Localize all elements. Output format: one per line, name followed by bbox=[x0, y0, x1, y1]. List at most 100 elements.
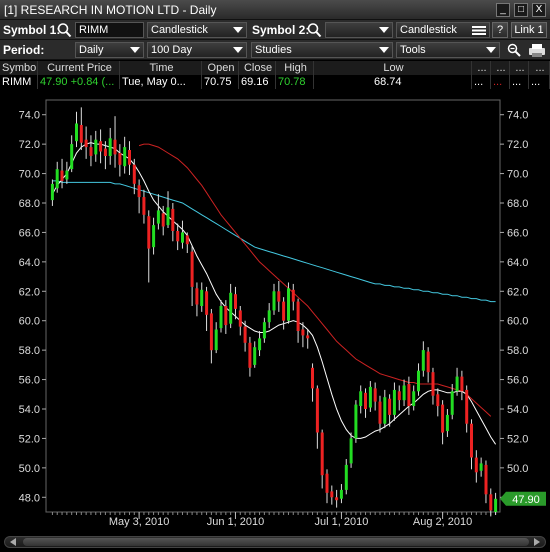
candle-up bbox=[392, 389, 396, 415]
candle-up bbox=[262, 322, 266, 339]
candle-up bbox=[70, 144, 74, 170]
window-title: [1] RESEARCH IN MOTION LTD - Daily bbox=[4, 2, 217, 17]
scroll-right-icon[interactable] bbox=[534, 538, 540, 546]
candle-down bbox=[364, 392, 367, 409]
candle-down bbox=[238, 310, 242, 327]
candle-down bbox=[301, 329, 305, 336]
last-price-label: 47.90 bbox=[512, 494, 540, 506]
candle-up bbox=[383, 397, 387, 424]
y-tick-label-right: 74.0 bbox=[507, 110, 528, 122]
tools-select[interactable]: Tools bbox=[396, 42, 500, 58]
symbol1-input[interactable]: RIMM bbox=[75, 22, 144, 38]
studies-select[interactable]: Studies bbox=[251, 42, 393, 58]
studies-value: Studies bbox=[255, 44, 292, 56]
zoom-icon[interactable] bbox=[506, 42, 522, 58]
maximize-button[interactable]: □ bbox=[514, 2, 528, 17]
candle-down bbox=[132, 164, 136, 184]
search-icon[interactable] bbox=[56, 22, 72, 38]
y-tick-label-left: 50.0 bbox=[19, 463, 40, 475]
quote-extra: ... bbox=[510, 75, 529, 89]
candle-down bbox=[209, 313, 213, 351]
candle-down bbox=[489, 494, 493, 511]
x-tick-label: Aug 2, 2010 bbox=[413, 516, 472, 528]
candle-down bbox=[407, 384, 411, 407]
candle-down bbox=[460, 376, 464, 392]
price-chart[interactable]: 74.0 72.0 70.0 68.0 66.0 64.0 62.0 60.0 58.0 56.0… bbox=[0, 92, 550, 532]
candle-down bbox=[291, 289, 295, 302]
candle-up bbox=[94, 139, 98, 155]
chart-type1-select[interactable]: Candlestick bbox=[147, 22, 247, 38]
header-current-price: Current Price bbox=[38, 61, 120, 75]
candle-down bbox=[296, 301, 300, 331]
header-extra: ... bbox=[491, 61, 510, 75]
candle-up bbox=[65, 170, 69, 180]
range-value: 100 Day bbox=[151, 44, 192, 56]
candle-up bbox=[75, 123, 78, 142]
candle-up bbox=[354, 404, 358, 439]
period-select[interactable]: Daily bbox=[75, 42, 144, 58]
list-icon bbox=[472, 26, 486, 35]
help-button[interactable]: ? bbox=[492, 22, 508, 38]
candle-up bbox=[445, 414, 449, 432]
candle-down bbox=[320, 432, 324, 476]
quote-data-row[interactable]: RIMM 47.90 +0.84 (... Tue, May 0... 70.7… bbox=[0, 75, 550, 89]
header-extra: ... bbox=[529, 61, 550, 75]
quote-extra: ... bbox=[529, 75, 550, 89]
candle-down bbox=[426, 351, 430, 373]
y-tick-label-right: 54.0 bbox=[507, 404, 528, 416]
candle-down bbox=[185, 235, 189, 245]
y-axis-left: 74.0 72.0 70.0 68.0 66.0 64.0 62.0 60.0 58.0 56.0… bbox=[19, 110, 46, 504]
candle-down bbox=[441, 404, 445, 433]
link-button[interactable]: Link 1 bbox=[511, 22, 547, 38]
symbol2-input[interactable] bbox=[325, 22, 393, 38]
y-tick-label-right: 62.0 bbox=[507, 286, 528, 298]
candle-down bbox=[282, 301, 286, 321]
search-icon[interactable] bbox=[306, 22, 322, 38]
candle-down bbox=[118, 153, 122, 165]
print-icon[interactable] bbox=[527, 42, 547, 58]
y-tick-label-right: 70.0 bbox=[507, 169, 528, 181]
candle-down bbox=[176, 231, 180, 242]
candle-up bbox=[267, 310, 271, 323]
close-button[interactable]: X bbox=[532, 2, 546, 17]
header-time: Time bbox=[120, 61, 202, 75]
y-tick-label-right: 52.0 bbox=[507, 433, 528, 445]
scrollbar-thumb[interactable] bbox=[23, 538, 529, 546]
chevron-down-icon bbox=[233, 27, 243, 33]
last-price-marker: 47.90 bbox=[500, 491, 546, 506]
candle-down bbox=[378, 401, 382, 424]
candle-down bbox=[79, 125, 83, 143]
y-tick-label-left: 74.0 bbox=[19, 110, 40, 122]
y-tick-label-left: 58.0 bbox=[19, 345, 40, 357]
candles bbox=[50, 107, 498, 517]
y-tick-label-left: 68.0 bbox=[19, 198, 40, 210]
y-tick-label-right: 56.0 bbox=[507, 375, 528, 387]
scroll-left-icon[interactable] bbox=[10, 538, 16, 546]
candle-down bbox=[388, 398, 392, 415]
candle-up bbox=[339, 489, 343, 499]
horizontal-scrollbar[interactable] bbox=[4, 536, 546, 548]
y-tick-label-left: 60.0 bbox=[19, 316, 40, 328]
candle-up bbox=[152, 225, 156, 248]
quote-current-price: 47.90 +0.84 (... bbox=[38, 75, 120, 89]
range-select[interactable]: 100 Day bbox=[147, 42, 247, 58]
candle-down bbox=[99, 141, 103, 152]
chevron-down-icon bbox=[130, 47, 140, 53]
candle-up bbox=[421, 350, 425, 371]
header-close: Close bbox=[239, 61, 276, 75]
chart-type2-select[interactable]: Candlestick bbox=[396, 22, 490, 38]
period-value: Daily bbox=[79, 44, 104, 56]
candle-down bbox=[474, 457, 478, 473]
quote-table: Symbol Current Price Time Open Close Hig… bbox=[0, 60, 550, 90]
minimize-button[interactable]: _ bbox=[496, 2, 510, 17]
candlestick-chart[interactable]: 74.0 72.0 70.0 68.0 66.0 64.0 62.0 60.0 58.0 56.0… bbox=[0, 92, 550, 532]
y-tick-label-left: 72.0 bbox=[19, 139, 40, 151]
header-extra: ... bbox=[472, 61, 491, 75]
candle-down bbox=[224, 306, 228, 326]
chevron-down-icon bbox=[233, 47, 243, 53]
candle-up bbox=[55, 169, 59, 189]
candle-down bbox=[142, 197, 146, 215]
y-tick-label-right: 50.0 bbox=[507, 463, 528, 475]
candle-down bbox=[243, 326, 247, 343]
candle-down bbox=[325, 473, 329, 493]
